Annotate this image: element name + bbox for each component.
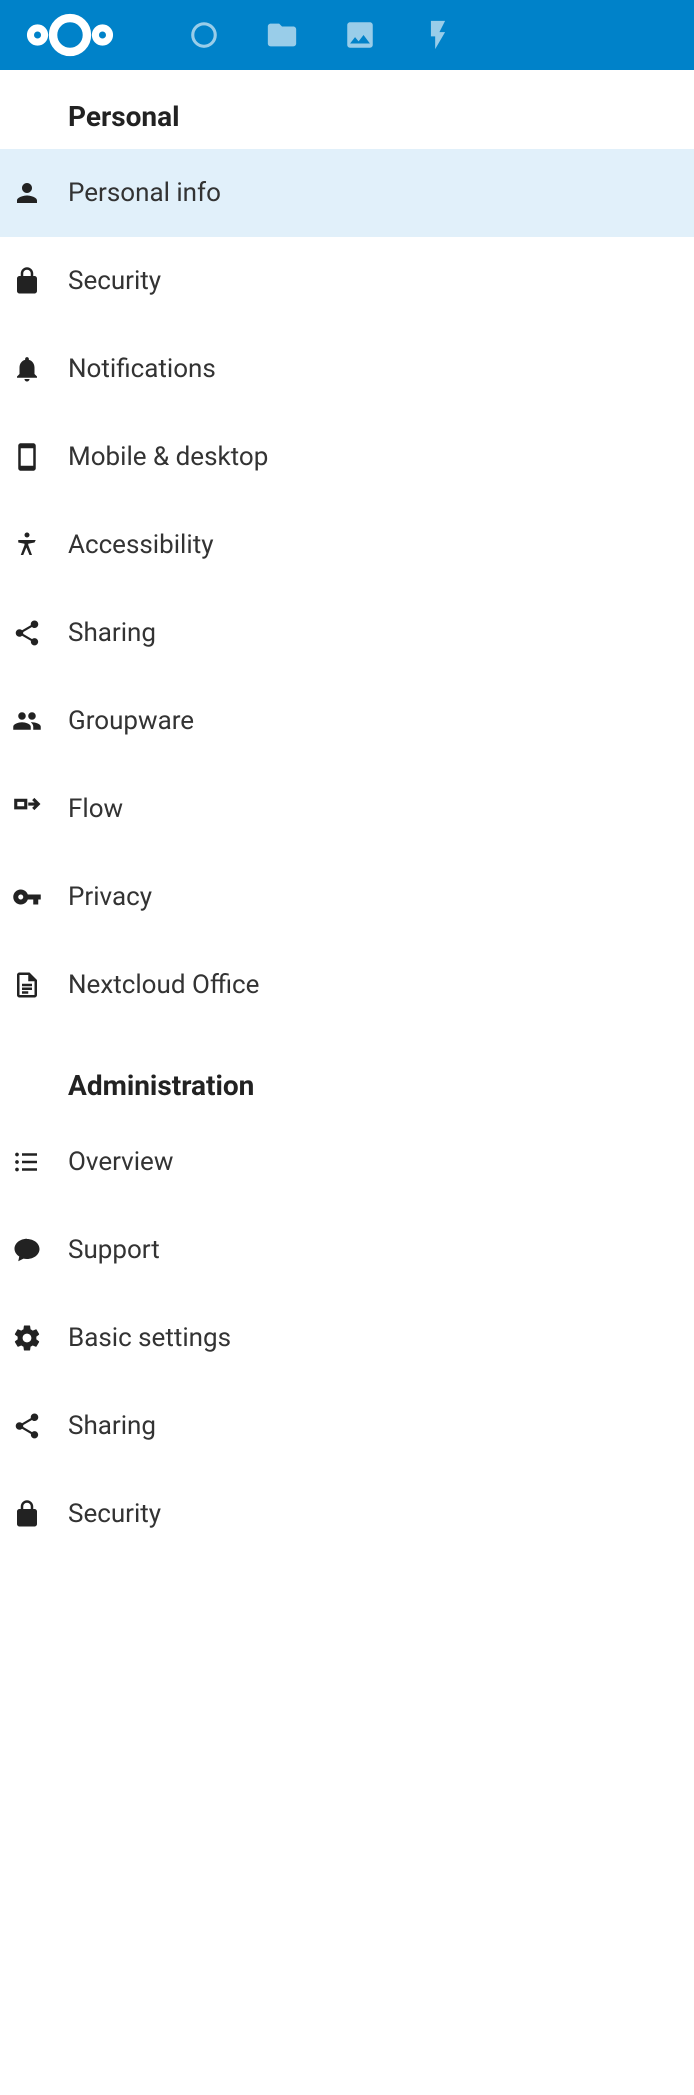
nav-item-label: Support [68,1235,160,1265]
gear-icon [10,1323,68,1353]
activity-icon[interactable] [414,11,462,59]
nav-item-label: Sharing [68,618,156,648]
dashboard-icon[interactable] [180,11,228,59]
chat-icon [10,1235,68,1265]
accessibility-icon [10,530,68,560]
user-icon [10,178,68,208]
nav-item-label: Nextcloud Office [68,970,259,1000]
nav-item-privacy[interactable]: Privacy [0,853,694,941]
nav-item-overview[interactable]: Overview [0,1118,694,1206]
nav-item-sharing-personal[interactable]: Sharing [0,589,694,677]
nav-item-security[interactable]: Security [0,237,694,325]
bell-icon [10,354,68,384]
nextcloud-logo[interactable] [10,11,130,59]
nav-item-sharing-admin[interactable]: Sharing [0,1382,694,1470]
nav-item-label: Notifications [68,354,216,384]
flow-icon [10,794,68,824]
users-icon [10,706,68,736]
nav-item-mobile-desktop[interactable]: Mobile & desktop [0,413,694,501]
nav-item-personal-info[interactable]: Personal info [0,149,694,237]
nav-item-label: Security [68,1499,161,1529]
nav-item-label: Basic settings [68,1323,231,1353]
nav-item-flow[interactable]: Flow [0,765,694,853]
files-icon[interactable] [258,11,306,59]
document-icon [10,970,68,1000]
lock-icon [10,266,68,296]
nav-item-label: Groupware [68,706,194,736]
phone-icon [10,442,68,472]
nav-item-groupware[interactable]: Groupware [0,677,694,765]
nav-item-label: Accessibility [68,530,214,560]
photos-icon[interactable] [336,11,384,59]
nav-item-label: Mobile & desktop [68,442,268,472]
nav-item-basic-settings[interactable]: Basic settings [0,1294,694,1382]
nav-item-support[interactable]: Support [0,1206,694,1294]
nav-item-accessibility[interactable]: Accessibility [0,501,694,589]
nav-item-notifications[interactable]: Notifications [0,325,694,413]
nav-item-label: Sharing [68,1411,156,1441]
list-icon [10,1147,68,1177]
nav-item-label: Overview [68,1147,173,1177]
lock-icon [10,1499,68,1529]
nav-item-label: Flow [68,794,123,824]
nav-item-label: Privacy [68,882,152,912]
section-header-administration: Administration [0,1059,694,1118]
section-header-personal: Personal [0,90,694,149]
nav-item-nextcloud-office[interactable]: Nextcloud Office [0,941,694,1029]
share-icon [10,618,68,648]
nav-item-label: Security [68,266,161,296]
key-icon [10,882,68,912]
nav-item-label: Personal info [68,178,221,208]
settings-sidebar: Personal Personal info Security Notifica… [0,70,694,1558]
topbar [0,0,694,70]
share-icon [10,1411,68,1441]
nav-item-security-admin[interactable]: Security [0,1470,694,1558]
